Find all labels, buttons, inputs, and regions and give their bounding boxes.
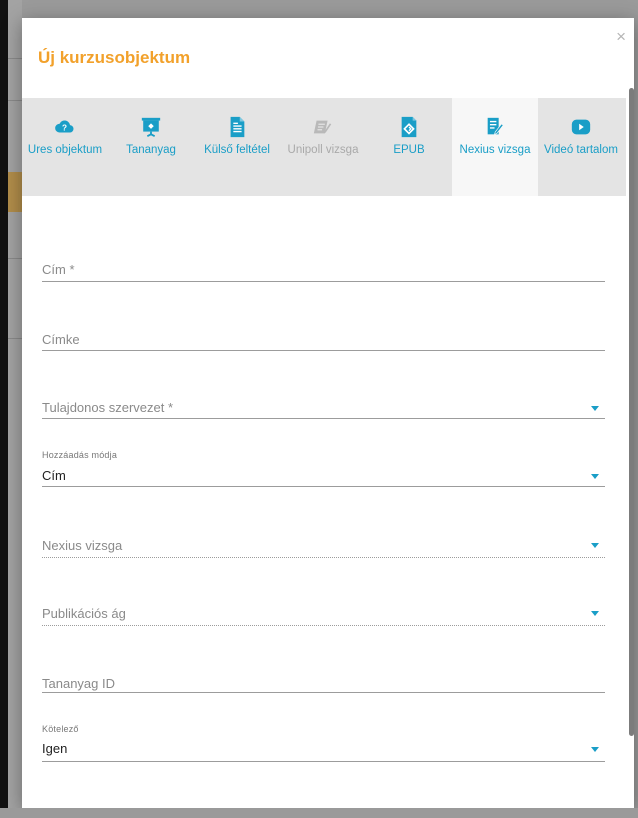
required-select[interactable]: Kötelező Igen — [42, 722, 605, 764]
background-divider — [8, 100, 22, 101]
nexius-exam-select[interactable]: Nexius vizsga — [42, 532, 605, 558]
underline — [42, 281, 605, 282]
course-material-id-placeholder: Tananyag ID — [42, 676, 115, 691]
underline — [42, 761, 605, 762]
tab-unipoll-vizsga: Unipoll vizsga — [280, 98, 366, 196]
tab-video-tartalom[interactable]: Videó tartalom — [538, 98, 624, 196]
tab-epub[interactable]: EPUB — [366, 98, 452, 196]
background-accent — [8, 172, 22, 212]
new-course-object-dialog: Új kurzusobjektum × ? Ures objektum Tana… — [22, 18, 634, 808]
dialog-title: Új kurzusobjektum — [38, 48, 191, 67]
add-mode-label: Hozzáadás módja — [42, 450, 118, 460]
underline — [42, 692, 605, 693]
tab-nexius-vizsga[interactable]: Nexius vizsga — [452, 98, 538, 196]
add-mode-value: Cím — [42, 468, 66, 483]
list-pencil-icon — [487, 117, 504, 135]
nexius-exam-placeholder: Nexius vizsga — [42, 538, 123, 553]
epub-icon — [401, 116, 417, 138]
chevron-down-icon[interactable] — [591, 611, 599, 616]
title-field[interactable]: Cím * — [42, 256, 605, 282]
tab-kulso-feltetel[interactable]: Külső feltétel — [194, 98, 280, 196]
course-material-id-field[interactable]: Tananyag ID — [42, 670, 605, 696]
background-divider — [8, 258, 22, 259]
object-type-tabs: ? Ures objektum Tananyag Külső feltétel — [22, 98, 626, 196]
presentation-board-icon — [141, 117, 161, 137]
background-bottom — [0, 808, 638, 818]
label-field[interactable]: Címke — [42, 326, 605, 352]
underline — [42, 625, 605, 626]
publication-branch-placeholder: Publikációs ág — [42, 606, 126, 621]
scrollbar[interactable] — [629, 88, 634, 736]
tab-label: Külső feltétel — [204, 144, 270, 156]
label-placeholder: Címke — [42, 332, 80, 347]
chevron-down-icon[interactable] — [591, 474, 599, 479]
underline — [42, 350, 605, 351]
required-value: Igen — [42, 741, 68, 756]
tab-tananyag[interactable]: Tananyag — [108, 98, 194, 196]
underline — [42, 418, 605, 419]
svg-text:?: ? — [62, 124, 67, 133]
play-icon — [571, 119, 591, 135]
publication-branch-select[interactable]: Publikációs ág — [42, 600, 605, 626]
tab-ures-objektum[interactable]: ? Ures objektum — [22, 98, 108, 196]
underline — [42, 557, 605, 558]
chevron-down-icon[interactable] — [591, 747, 599, 752]
chevron-down-icon[interactable] — [591, 406, 599, 411]
tab-label: Nexius vizsga — [459, 144, 531, 156]
document-icon — [230, 116, 245, 138]
tab-label: Tananyag — [126, 144, 176, 156]
required-label: Kötelező — [42, 724, 79, 734]
cloud-question-icon: ? — [55, 120, 74, 133]
owner-organization-placeholder: Tulajdonos szervezet * — [42, 400, 174, 415]
background-page — [8, 0, 22, 818]
tab-label: Videó tartalom — [544, 144, 618, 156]
background-divider — [8, 58, 22, 59]
underline — [42, 486, 605, 487]
card-pencil-icon — [313, 120, 332, 134]
title-placeholder: Cím * — [42, 262, 75, 277]
background-divider — [8, 338, 22, 339]
close-icon[interactable]: × — [616, 28, 626, 45]
tab-label: Unipoll vizsga — [287, 144, 359, 156]
tab-label: EPUB — [393, 144, 425, 156]
background-frame — [0, 0, 8, 818]
add-mode-select[interactable]: Hozzáadás módja Cím — [42, 448, 605, 488]
tab-label: Ures objektum — [27, 144, 103, 156]
chevron-down-icon[interactable] — [591, 543, 599, 548]
owner-organization-select[interactable]: Tulajdonos szervezet * — [42, 394, 605, 420]
